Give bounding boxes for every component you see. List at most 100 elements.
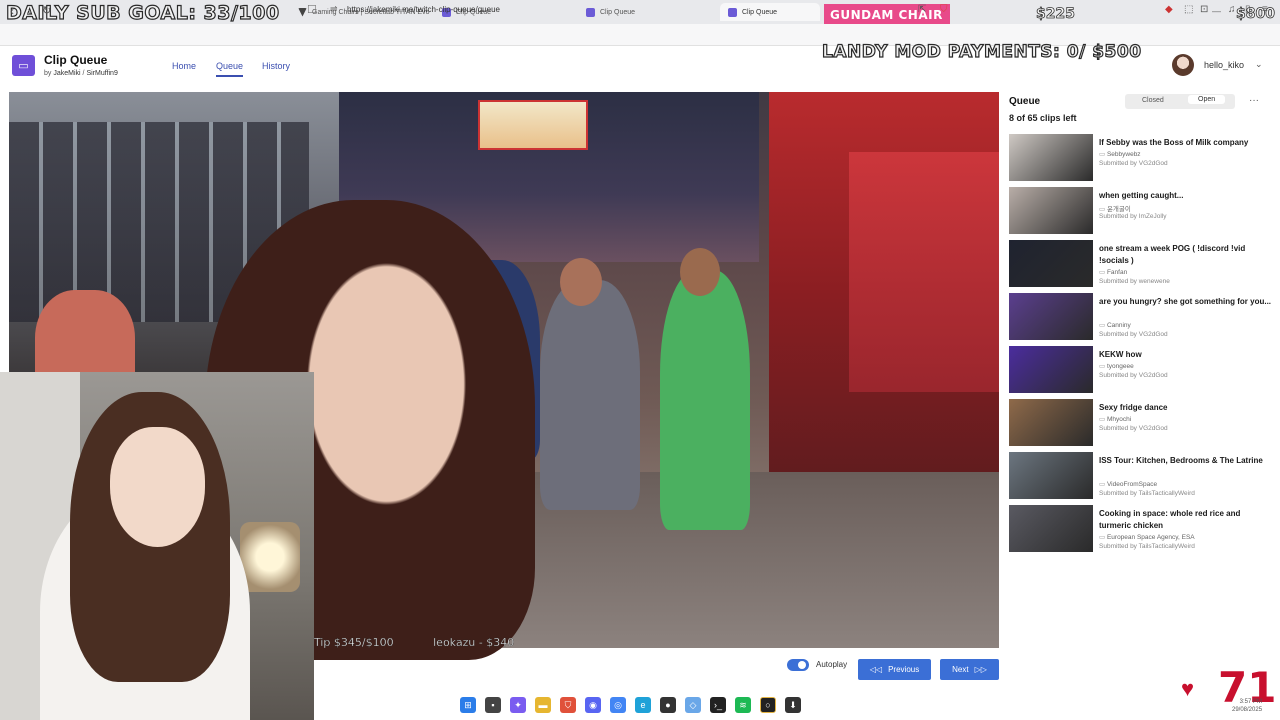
spotify-icon[interactable]: ≋ — [735, 697, 751, 713]
menu-icon[interactable]: ≡ — [1262, 4, 1268, 15]
chevron-down-icon[interactable]: ⌄ — [1255, 59, 1263, 70]
terminal-icon[interactable]: ›_ — [710, 697, 726, 713]
app-credits: by JakeMiki / SirMuffin9 — [44, 70, 118, 77]
github-author-link[interactable]: JakeMiki — [53, 70, 80, 77]
separator: / — [82, 70, 85, 77]
copilot-icon[interactable]: ✦ — [510, 697, 526, 713]
nav-home[interactable]: Home — [172, 61, 196, 71]
url-field[interactable]: https://jakemiki.me/twitch-clip-queue/qu… — [347, 5, 500, 14]
clock-time: 3:57 PM — [1239, 699, 1263, 705]
sidebar-icon[interactable]: ▯ — [1245, 4, 1251, 15]
clock-date: 29/08/2025 — [1232, 707, 1263, 713]
clip-author: Mhyochi — [1099, 415, 1131, 423]
chrome-icon[interactable]: ◎ — [610, 697, 626, 713]
clip-author: tyongeee — [1099, 362, 1134, 370]
clip-submitter: Submitted by wenewene — [1099, 278, 1170, 285]
clip-title: KEKW how — [1099, 350, 1142, 359]
heart-icon: ♥ — [1181, 676, 1195, 701]
task-view-icon[interactable]: ▪ — [485, 697, 501, 713]
autoplay-toggle[interactable] — [787, 659, 809, 671]
mod-payments-overlay: LANDY MOD PAYMENTS: 0/ $500 — [821, 41, 1142, 62]
gundam-chair-overlay: GUNDAM CHAIR — [824, 4, 950, 26]
discord-icon[interactable]: ◉ — [585, 697, 601, 713]
app-icon-3[interactable]: ⬇ — [785, 697, 801, 713]
share-icon[interactable]: ⇱ — [918, 4, 926, 15]
clip-author: Fanfan — [1099, 268, 1127, 276]
back-icon[interactable]: ‹ — [10, 4, 14, 18]
clip-thumbnail — [1009, 293, 1093, 340]
avatar[interactable] — [1172, 54, 1194, 76]
tab-label: Clip Queue — [742, 8, 778, 16]
clip-title: If Sebby was the Boss of Milk company — [1099, 138, 1249, 147]
queue-item[interactable]: one stream a week POG ( !discord !vid !s… — [1009, 240, 1274, 288]
tip-goal: Tip $345/$100 — [314, 636, 394, 649]
clip-thumbnail — [1009, 505, 1093, 552]
nav-queue[interactable]: Queue — [216, 61, 244, 77]
brave-icon[interactable]: ⛉ — [560, 697, 576, 713]
queue-item[interactable]: If Sebby was the Boss of Milk company Se… — [1009, 134, 1274, 182]
obs-icon[interactable]: ● — [660, 697, 676, 713]
forward-icon[interactable]: › — [27, 4, 31, 18]
queue-item[interactable]: ISS Tour: Kitchen, Bedrooms & The Latrin… — [1009, 452, 1274, 500]
system-clock: 3:57 PM 29/08/2025 — [1232, 698, 1262, 714]
queue-title: Queue — [1009, 96, 1041, 107]
tip-user: leokazu - $340 — [433, 636, 515, 649]
previous-button[interactable]: ◁◁ Previous — [858, 659, 931, 680]
queue-item[interactable]: Cooking in space: whole red rice and tur… — [1009, 505, 1274, 553]
user-name[interactable]: hello_kiko — [1204, 60, 1244, 70]
amount-overlay-a: $225 — [1036, 6, 1076, 23]
next-button[interactable]: Next ▷▷ — [940, 659, 999, 680]
clip-author: European Space Agency, ESA — [1099, 533, 1195, 541]
more-options-icon[interactable]: ··· — [1249, 95, 1259, 106]
extension-icon-2[interactable]: ⬚ — [1184, 4, 1193, 15]
clip-title: when getting caught... — [1099, 191, 1184, 200]
queue-item[interactable]: Sexy fridge dance Mhyochi Submitted by V… — [1009, 399, 1274, 447]
queue-open-option[interactable]: Open — [1188, 95, 1226, 104]
clip-title: are you hungry? she got something for yo… — [1099, 297, 1272, 306]
minimize-icon[interactable]: — — [1212, 6, 1221, 16]
previous-label: Previous — [888, 665, 920, 674]
file-explorer-icon[interactable]: ▬ — [535, 697, 551, 713]
bookmark-icon[interactable]: ☐ — [307, 3, 317, 16]
clip-submitter: Submitted by VG2dGod — [1099, 425, 1168, 432]
video-frame-sign — [478, 100, 588, 150]
clip-submitter: Submitted by VG2dGod — [1099, 331, 1168, 338]
tab-clip-queue-2[interactable]: Clip Queue — [578, 3, 718, 21]
clip-submitter: Submitted by TailsTacticallyWeird — [1099, 543, 1195, 550]
by-label: by — [44, 70, 52, 77]
taskbar: ⊞ ▪ ✦ ▬ ⛉ ◉ ◎ e ● ◇ ›_ ≋ ○ ⬇ — [460, 697, 801, 713]
clip-submitter: Submitted by VG2dGod — [1099, 372, 1168, 379]
clip-author: VideoFromSpace — [1099, 480, 1157, 488]
app-icon-2[interactable]: ○ — [760, 697, 776, 713]
app-icon[interactable]: ◇ — [685, 697, 701, 713]
reload-icon[interactable]: ↻ — [42, 4, 51, 17]
extension-icon[interactable]: ◆ — [1165, 4, 1173, 15]
clip-title: Cooking in space: whole red rice and tur… — [1099, 509, 1241, 530]
fast-forward-icon: ▷▷ — [974, 665, 987, 674]
tab-clip-queue-active[interactable]: Clip Queue — [720, 3, 820, 21]
extension-icon-3[interactable]: ⊡ — [1200, 4, 1208, 15]
music-icon[interactable]: ♫ — [1228, 4, 1236, 15]
queue-item[interactable]: KEKW how tyongeee Submitted by VG2dGod — [1009, 346, 1274, 394]
brave-shield-icon[interactable]: ⛉ — [940, 4, 948, 15]
edge-icon[interactable]: e — [635, 697, 651, 713]
clip-author: 윤개굴이 — [1099, 203, 1131, 213]
clip-queue-icon — [586, 7, 595, 17]
next-label: Next — [952, 665, 969, 674]
twitch-author-link[interactable]: SirMuffin9 — [86, 70, 117, 77]
site-settings-icon[interactable]: ⇌ — [330, 4, 338, 15]
app-title: Clip Queue — [44, 53, 108, 67]
clip-submitter: Submitted by VG2dGod — [1099, 160, 1168, 167]
amount-overlay-b: $800 — [1236, 6, 1276, 23]
queue-item[interactable]: are you hungry? she got something for yo… — [1009, 293, 1274, 341]
rewind-icon: ◁◁ — [869, 665, 883, 674]
windows-start-icon[interactable]: ⊞ — [460, 697, 476, 713]
clip-title: Sexy fridge dance — [1099, 403, 1168, 412]
queue-item[interactable]: when getting caught... 윤개굴이 Submitted by… — [1009, 187, 1274, 235]
autoplay-label: Autoplay — [816, 660, 848, 669]
clip-thumbnail — [1009, 346, 1093, 393]
clip-submitter: Submitted by TailsTacticallyWeird — [1099, 490, 1195, 497]
queue-closed-option[interactable]: Closed — [1142, 97, 1164, 104]
nav-history[interactable]: History — [262, 61, 290, 71]
clip-author: Sebbywebz — [1099, 150, 1141, 158]
